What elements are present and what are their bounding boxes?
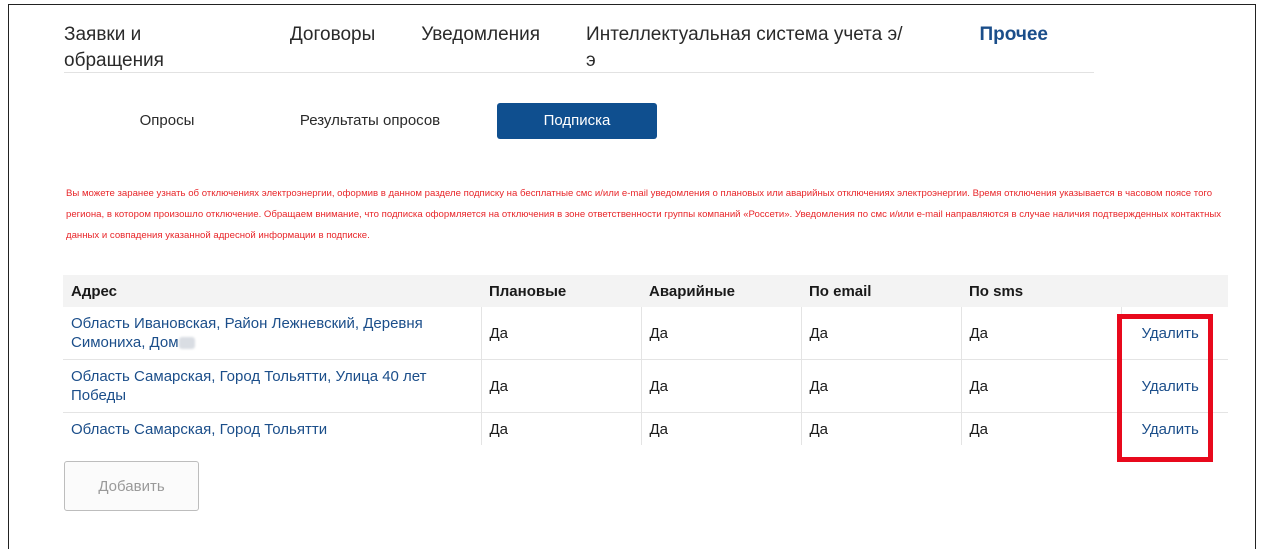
table-header-row: Адрес Плановые Аварийные По email По sms xyxy=(63,275,1228,307)
planned-cell: Да xyxy=(480,359,641,413)
email-cell: Да xyxy=(800,412,961,445)
address-cell: Область Самарская, Город Тольятти, Улица… xyxy=(63,359,481,413)
actions-cell: Удалить xyxy=(1120,412,1228,445)
address-cell: Область Самарская, Город Тольятти xyxy=(63,412,481,445)
tab-subscription[interactable]: Подписка xyxy=(497,103,657,139)
address-link[interactable]: Область Самарская, Город Тольятти xyxy=(71,421,327,438)
header-email: По email xyxy=(809,282,872,300)
nav-item-requests[interactable]: Заявки и обращения xyxy=(64,22,244,74)
email-cell: Да xyxy=(800,307,961,360)
nav-item-other[interactable]: Прочее xyxy=(979,22,1048,48)
planned-cell: Да xyxy=(480,412,641,445)
redacted-house-number xyxy=(178,337,195,350)
top-navigation: Заявки и обращения Договоры Уведомления … xyxy=(64,22,1094,73)
delete-link[interactable]: Удалить xyxy=(1142,325,1199,342)
tab-survey-results[interactable]: Результаты опросов xyxy=(290,103,450,139)
header-actions xyxy=(1121,275,1228,307)
add-subscription-button[interactable]: Добавить xyxy=(64,461,199,511)
planned-cell: Да xyxy=(480,307,641,360)
actions-cell: Удалить xyxy=(1120,307,1228,360)
emergency-cell: Да xyxy=(640,412,801,445)
table-row: Область Ивановская, Район Лежневский, Де… xyxy=(63,307,1228,360)
header-planned: Плановые xyxy=(489,282,567,300)
subtabs: Опросы Результаты опросов Подписка xyxy=(0,103,1262,141)
sms-cell: Да xyxy=(960,307,1121,360)
subscriptions-table: Адрес Плановые Аварийные По email По sms… xyxy=(63,275,1228,445)
actions-cell: Удалить xyxy=(1120,359,1228,413)
sms-cell: Да xyxy=(960,359,1121,413)
emergency-cell: Да xyxy=(640,307,801,360)
delete-link[interactable]: Удалить xyxy=(1142,421,1199,438)
delete-link[interactable]: Удалить xyxy=(1142,378,1199,395)
subscription-notice: Вы можете заранее узнать об отключениях … xyxy=(66,188,1222,241)
address-link[interactable]: Область Ивановская, Район Лежневский, Де… xyxy=(71,315,423,351)
table-row: Область Самарская, Город Тольятти Да Да … xyxy=(63,412,1228,445)
address-cell: Область Ивановская, Район Лежневский, Де… xyxy=(63,307,481,360)
nav-item-notifications[interactable]: Уведомления xyxy=(421,22,540,48)
sms-cell: Да xyxy=(960,412,1121,445)
nav-item-smart-metering[interactable]: Интеллектуальная система учета э/э xyxy=(586,22,907,74)
header-address: Адрес xyxy=(71,282,118,300)
tab-surveys[interactable]: Опросы xyxy=(127,103,207,139)
nav-item-contracts[interactable]: Договоры xyxy=(290,22,375,48)
table-row: Область Самарская, Город Тольятти, Улица… xyxy=(63,359,1228,413)
subscriptions-table-wrapper: Адрес Плановые Аварийные По email По sms… xyxy=(63,275,1228,445)
emergency-cell: Да xyxy=(640,359,801,413)
address-link[interactable]: Область Самарская, Город Тольятти, Улица… xyxy=(71,367,451,405)
email-cell: Да xyxy=(800,359,961,413)
header-sms: По sms xyxy=(969,282,1024,300)
header-emergency: Аварийные xyxy=(649,282,736,300)
